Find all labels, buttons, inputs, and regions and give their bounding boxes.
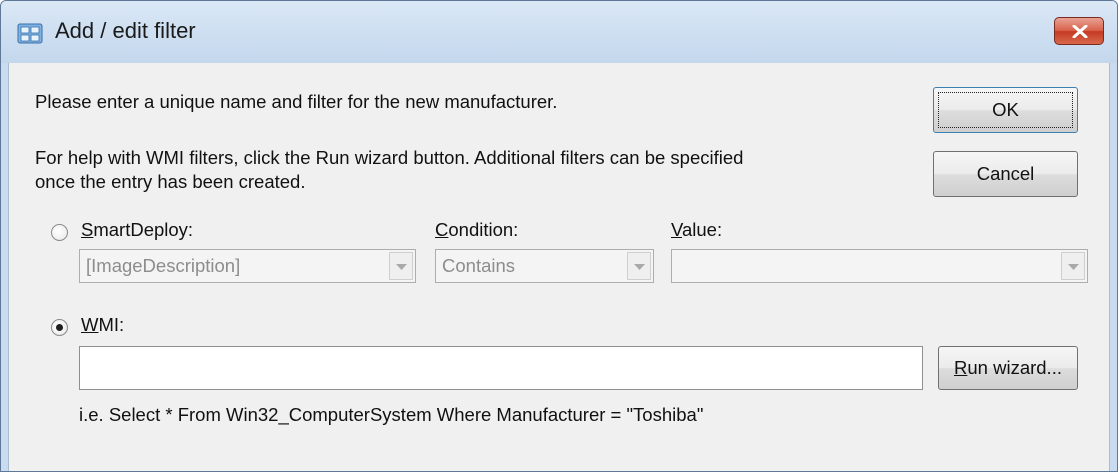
- close-button[interactable]: [1054, 17, 1104, 45]
- run-wizard-button[interactable]: Run wizard...: [938, 346, 1078, 390]
- wmi-query-input[interactable]: [79, 346, 923, 390]
- dialog-client-area: Please enter a unique name and filter fo…: [8, 63, 1110, 471]
- condition-label-rest: ondition:: [448, 219, 519, 240]
- chevron-down-icon: [1068, 264, 1079, 270]
- wmi-label: WMI:: [81, 314, 124, 336]
- dialog-window: Add / edit filter Please enter a unique …: [0, 0, 1118, 472]
- condition-dropdown-button[interactable]: [627, 252, 651, 280]
- smartdeploy-radio[interactable]: [51, 224, 68, 241]
- wmi-radio[interactable]: [51, 319, 68, 336]
- ok-button-label: OK: [992, 99, 1019, 120]
- value-dropdown-button[interactable]: [1061, 252, 1085, 280]
- run-wizard-accesskey: R: [954, 357, 968, 378]
- smartdeploy-property-select[interactable]: [ImageDescription]: [79, 249, 416, 283]
- instruction-line-2: For help with WMI filters, click the Run…: [35, 147, 744, 168]
- chevron-down-icon: [396, 264, 407, 270]
- condition-select[interactable]: Contains: [435, 249, 654, 283]
- run-wizard-label-rest: un wizard...: [967, 357, 1062, 378]
- close-icon: [1072, 25, 1088, 38]
- radio-selected-dot: [56, 324, 63, 331]
- chevron-down-icon: [634, 264, 645, 270]
- wmi-label-accesskey: W: [81, 314, 99, 335]
- wmi-label-rest: MI:: [98, 314, 125, 335]
- value-label: Value:: [671, 219, 722, 241]
- smartdeploy-property-value: [ImageDescription]: [86, 255, 241, 276]
- filter-app-icon: [17, 23, 43, 44]
- value-select[interactable]: [671, 249, 1088, 283]
- condition-value: Contains: [442, 255, 516, 276]
- run-wizard-button-label: Run wizard...: [939, 357, 1077, 379]
- value-label-rest: alue:: [681, 219, 723, 240]
- instruction-line-1: Please enter a unique name and filter fo…: [35, 91, 558, 112]
- cancel-button[interactable]: Cancel: [933, 151, 1078, 197]
- cancel-button-label: Cancel: [976, 163, 1035, 184]
- ok-button[interactable]: OK: [933, 87, 1078, 133]
- condition-label-accesskey: C: [435, 219, 449, 240]
- instruction-line-3: once the entry has been created.: [35, 171, 306, 192]
- wmi-example-text: i.e. Select * From Win32_ComputerSystem …: [79, 404, 704, 425]
- window-title: Add / edit filter: [55, 18, 196, 43]
- smartdeploy-label-rest: martDeploy:: [93, 219, 194, 240]
- smartdeploy-dropdown-button[interactable]: [389, 252, 413, 280]
- condition-label: Condition:: [435, 219, 518, 241]
- value-label-accesskey: V: [671, 219, 682, 240]
- title-bar[interactable]: Add / edit filter: [1, 1, 1117, 63]
- smartdeploy-label: SmartDeploy:: [81, 219, 193, 241]
- smartdeploy-label-accesskey: S: [81, 219, 94, 240]
